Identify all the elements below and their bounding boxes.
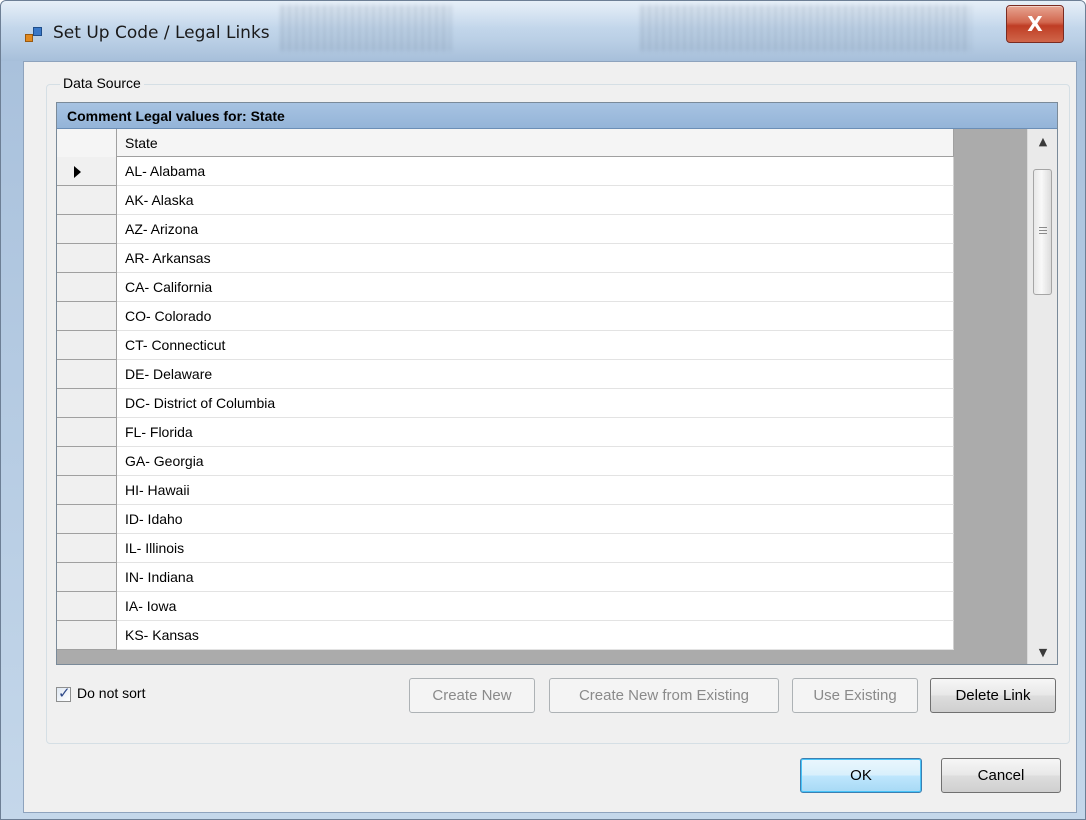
state-cell[interactable]: AZ- Arizona bbox=[117, 215, 954, 244]
close-icon: X bbox=[1027, 12, 1043, 36]
delete-link-button[interactable]: Delete Link bbox=[930, 678, 1056, 713]
dialog-client-area: Data Source Comment Legal values for: St… bbox=[23, 61, 1077, 813]
row-header[interactable] bbox=[57, 389, 117, 418]
state-cell[interactable]: DE- Delaware bbox=[117, 360, 954, 389]
cancel-button[interactable]: Cancel bbox=[941, 758, 1061, 793]
legal-values-grid: Comment Legal values for: State State AL… bbox=[56, 102, 1058, 665]
row-header[interactable] bbox=[57, 302, 117, 331]
row-header[interactable] bbox=[57, 592, 117, 621]
row-header[interactable] bbox=[57, 534, 117, 563]
app-icon bbox=[25, 27, 43, 43]
row-header[interactable] bbox=[57, 418, 117, 447]
row-header[interactable] bbox=[57, 331, 117, 360]
table-row[interactable]: IL- Illinois bbox=[57, 534, 954, 563]
state-cell[interactable]: IL- Illinois bbox=[117, 534, 954, 563]
column-header-state[interactable]: State bbox=[117, 129, 954, 157]
grid-body: State AL- Alabama AK- Alaska AZ- Arizona AR… bbox=[57, 129, 1027, 664]
state-cell[interactable]: HI- Hawaii bbox=[117, 476, 954, 505]
table-row[interactable]: AK- Alaska bbox=[57, 186, 954, 215]
vertical-scrollbar[interactable]: ▲ ▼ bbox=[1027, 129, 1057, 664]
table-row[interactable]: HI- Hawaii bbox=[57, 476, 954, 505]
ok-button[interactable]: OK bbox=[800, 758, 922, 793]
table-row[interactable]: KS- Kansas bbox=[57, 621, 954, 650]
do-not-sort-label[interactable]: Do not sort bbox=[77, 685, 145, 701]
row-header[interactable] bbox=[57, 273, 117, 302]
scroll-down-icon[interactable]: ▼ bbox=[1028, 640, 1057, 664]
grip-icon bbox=[1039, 227, 1047, 236]
table-row[interactable]: CA- California bbox=[57, 273, 954, 302]
table-row[interactable]: GA- Georgia bbox=[57, 447, 954, 476]
row-header[interactable] bbox=[57, 505, 117, 534]
row-header[interactable] bbox=[57, 360, 117, 389]
groupbox-label: Data Source bbox=[60, 75, 144, 91]
state-cell[interactable]: AK- Alaska bbox=[117, 186, 954, 215]
window-title: Set Up Code / Legal Links bbox=[53, 23, 270, 43]
title-bar[interactable]: Set Up Code / Legal Links X bbox=[1, 1, 1085, 61]
row-header[interactable] bbox=[57, 621, 117, 650]
state-cell[interactable]: IN- Indiana bbox=[117, 563, 954, 592]
scroll-up-icon[interactable]: ▲ bbox=[1028, 129, 1057, 155]
table-row[interactable]: FL- Florida bbox=[57, 418, 954, 447]
background-blur bbox=[641, 5, 971, 51]
close-button[interactable]: X bbox=[1006, 5, 1064, 43]
checkmark-icon: ✓ bbox=[58, 684, 71, 702]
table-row[interactable]: DC- District of Columbia bbox=[57, 389, 954, 418]
table-row[interactable]: DE- Delaware bbox=[57, 360, 954, 389]
state-cell[interactable]: CA- California bbox=[117, 273, 954, 302]
table-row[interactable]: IA- Iowa bbox=[57, 592, 954, 621]
state-cell[interactable]: CT- Connecticut bbox=[117, 331, 954, 360]
state-cell[interactable]: AR- Arkansas bbox=[117, 244, 954, 273]
state-cell[interactable]: KS- Kansas bbox=[117, 621, 954, 650]
current-row-arrow-icon bbox=[74, 166, 81, 178]
state-cell[interactable]: FL- Florida bbox=[117, 418, 954, 447]
state-cell[interactable]: AL- Alabama bbox=[117, 157, 954, 186]
table-row[interactable]: AL- Alabama bbox=[57, 157, 954, 186]
table-row[interactable]: AZ- Arizona bbox=[57, 215, 954, 244]
background-blur bbox=[281, 5, 451, 51]
row-header[interactable] bbox=[57, 186, 117, 215]
grid-corner-cell[interactable] bbox=[57, 129, 117, 157]
row-header[interactable] bbox=[57, 563, 117, 592]
create-new-from-existing-button[interactable]: Create New from Existing bbox=[549, 678, 779, 713]
row-header[interactable] bbox=[57, 476, 117, 505]
state-cell[interactable]: ID- Idaho bbox=[117, 505, 954, 534]
table-row[interactable]: IN- Indiana bbox=[57, 563, 954, 592]
table-row[interactable]: CO- Colorado bbox=[57, 302, 954, 331]
use-existing-button[interactable]: Use Existing bbox=[792, 678, 918, 713]
dialog-window: Set Up Code / Legal Links X Data Source … bbox=[0, 0, 1086, 820]
table-row[interactable]: CT- Connecticut bbox=[57, 331, 954, 360]
grid-rows: AL- Alabama AK- Alaska AZ- Arizona AR- Arka… bbox=[57, 157, 954, 650]
grid-header-row: State bbox=[57, 129, 954, 157]
state-cell[interactable]: GA- Georgia bbox=[117, 447, 954, 476]
state-cell[interactable]: DC- District of Columbia bbox=[117, 389, 954, 418]
table-row[interactable]: AR- Arkansas bbox=[57, 244, 954, 273]
row-header[interactable] bbox=[57, 447, 117, 476]
row-header[interactable] bbox=[57, 244, 117, 273]
row-header[interactable] bbox=[57, 215, 117, 244]
grid-caption: Comment Legal values for: State bbox=[57, 103, 1057, 129]
state-cell[interactable]: IA- Iowa bbox=[117, 592, 954, 621]
do-not-sort-checkbox[interactable]: ✓ bbox=[56, 684, 71, 702]
scroll-thumb[interactable] bbox=[1033, 169, 1052, 295]
create-new-button[interactable]: Create New bbox=[409, 678, 535, 713]
row-header[interactable] bbox=[57, 157, 117, 186]
table-row[interactable]: ID- Idaho bbox=[57, 505, 954, 534]
state-cell[interactable]: CO- Colorado bbox=[117, 302, 954, 331]
